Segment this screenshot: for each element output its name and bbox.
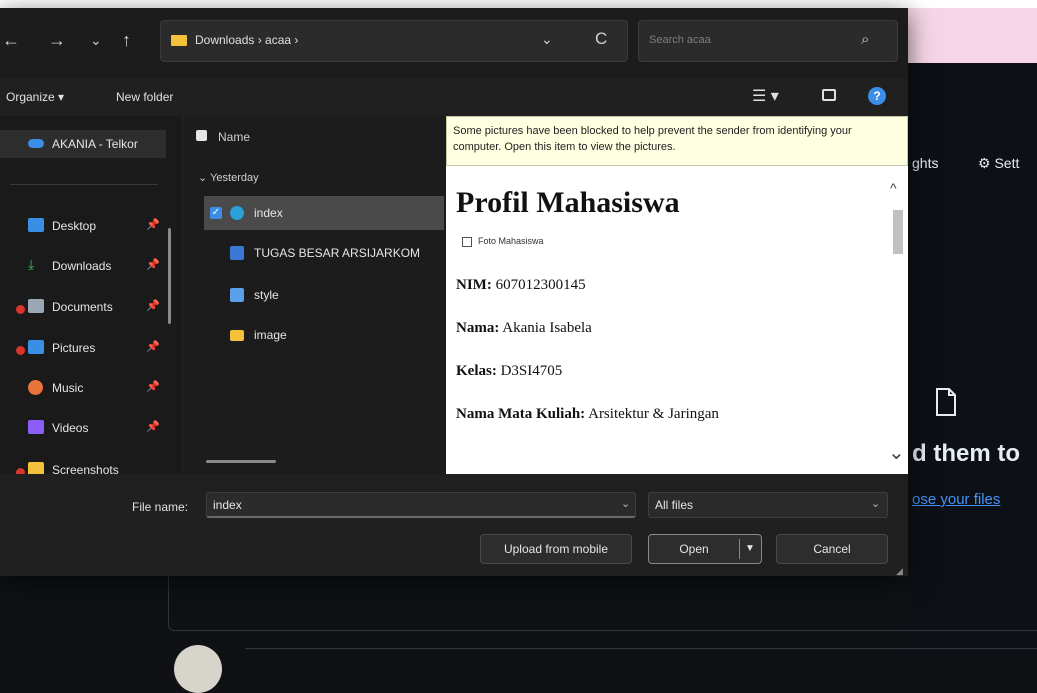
- chevron-down-icon[interactable]: ⌄: [871, 497, 880, 510]
- scrollbar[interactable]: [168, 228, 171, 324]
- documents-icon: [28, 299, 44, 313]
- file-row-index[interactable]: ✓ index: [204, 196, 444, 230]
- open-options-dropdown-icon[interactable]: ▼: [745, 535, 755, 563]
- search-input[interactable]: Search acaa ⌕: [638, 20, 898, 62]
- pin-icon[interactable]: 📌: [146, 258, 160, 271]
- videos-icon: [28, 420, 44, 434]
- upload-from-mobile-button[interactable]: Upload from mobile: [480, 534, 632, 564]
- css-file-icon: [230, 288, 244, 302]
- column-header-name[interactable]: Name: [218, 130, 250, 144]
- pin-icon[interactable]: 📌: [146, 299, 160, 312]
- up-arrow-icon[interactable]: ↑: [122, 30, 131, 51]
- organize-button[interactable]: Organize ▾: [6, 90, 64, 104]
- sidebar-item-documents[interactable]: Documents 📌: [0, 293, 176, 321]
- breadcrumb[interactable]: Downloads › acaa ›: [195, 33, 298, 47]
- navigation-bar: ← → ⌄ ↑ Downloads › acaa › ⌄ C Search ac…: [0, 8, 908, 78]
- forward-arrow-icon[interactable]: →: [48, 30, 66, 51]
- sidebar-item-videos[interactable]: Videos 📌: [0, 414, 176, 442]
- pin-icon[interactable]: 📌: [146, 420, 160, 433]
- drop-files-heading: d them to: [912, 440, 1020, 467]
- preview-pane-icon[interactable]: [822, 89, 836, 101]
- sync-error-badge: [16, 305, 25, 314]
- divider: [739, 539, 740, 559]
- image-placeholder-icon: [462, 236, 472, 247]
- sidebar-item-onedrive[interactable]: AKANIA - Telkor: [0, 130, 166, 158]
- new-folder-button[interactable]: New folder: [116, 90, 173, 104]
- navigation-pane: AKANIA - Telkor Desktop 📌 ⤓ Downloads 📌 …: [0, 116, 182, 477]
- command-bar: Organize ▾ New folder ☰ ▾ ?: [0, 78, 908, 116]
- chevron-down-icon[interactable]: ⌄: [621, 497, 630, 510]
- sidebar-item-downloads[interactable]: ⤓ Downloads 📌: [0, 252, 176, 280]
- file-row-image-folder[interactable]: image: [204, 318, 444, 352]
- bg-nav-insights[interactable]: ghts: [912, 155, 938, 171]
- page-title: Profil Mahasiswa: [456, 186, 680, 219]
- upload-drop-zone: [168, 570, 1037, 631]
- pictures-icon: [28, 340, 44, 354]
- background-banner: [908, 8, 1037, 63]
- scroll-thumb[interactable]: [893, 210, 903, 254]
- file-type-select[interactable]: All files ⌄: [648, 492, 888, 518]
- file-row-style[interactable]: style: [204, 278, 444, 312]
- checkbox-checked-icon[interactable]: ✓: [210, 207, 222, 219]
- search-placeholder: Search acaa: [649, 34, 711, 46]
- recent-locations-chevron-icon[interactable]: ⌄: [90, 32, 102, 49]
- preview-pane: Some pictures have been blocked to help …: [446, 116, 908, 474]
- chevron-down-icon[interactable]: ⌄: [541, 31, 553, 48]
- background-top-strip: [0, 0, 1037, 8]
- edge-html-icon: [230, 206, 244, 220]
- file-open-dialog: ← → ⌄ ↑ Downloads › acaa › ⌄ C Search ac…: [0, 8, 908, 576]
- gear-icon: ⚙: [978, 155, 991, 171]
- field-mata-kuliah: Nama Mata Kuliah: Arsitektur & Jaringan: [456, 405, 719, 422]
- pin-icon[interactable]: 📌: [146, 380, 160, 393]
- background-page: [908, 63, 1037, 657]
- select-all-checkbox[interactable]: [196, 130, 207, 141]
- sidebar-item-music[interactable]: Music 📌: [0, 374, 176, 402]
- bg-nav-settings[interactable]: ⚙ Sett: [978, 155, 1019, 172]
- chevron-down-icon[interactable]: ⌄: [888, 440, 905, 465]
- preview-document: Profil Mahasiswa Foto Mahasiswa NIM: 607…: [456, 174, 886, 449]
- address-bar[interactable]: Downloads › acaa › ⌄ C: [160, 20, 628, 62]
- sidebar-item-pictures[interactable]: Pictures 📌: [0, 334, 176, 362]
- group-header[interactable]: ⌄ Yesterday: [198, 171, 259, 184]
- folder-icon: [230, 330, 244, 341]
- cloud-icon: [28, 139, 44, 148]
- blocked-image: Foto Mahasiswa: [462, 236, 886, 247]
- blocked-pictures-notice[interactable]: Some pictures have been blocked to help …: [446, 116, 908, 166]
- field-nama: Nama: Akania Isabela: [456, 319, 592, 336]
- field-nim: NIM: 607012300145: [456, 276, 586, 293]
- pin-icon[interactable]: 📌: [146, 218, 160, 231]
- music-icon: [28, 380, 43, 395]
- pin-icon[interactable]: 📌: [146, 340, 160, 353]
- field-kelas: Kelas: D3SI4705: [456, 362, 563, 379]
- sidebar-item-desktop[interactable]: Desktop 📌: [0, 212, 176, 240]
- open-button[interactable]: Open ▼: [648, 534, 762, 564]
- divider: [10, 184, 158, 185]
- sync-error-badge: [16, 346, 25, 355]
- view-options-icon[interactable]: ☰ ▾: [752, 86, 779, 106]
- chevron-down-icon: ⌄: [198, 172, 208, 184]
- dialog-footer: File name: index ⌄ All files ⌄ Upload fr…: [0, 474, 908, 576]
- file-icon: [936, 388, 956, 416]
- desktop-icon: [28, 218, 44, 232]
- word-document-icon: [230, 246, 244, 260]
- avatar: [174, 645, 222, 693]
- refresh-icon[interactable]: C: [595, 29, 607, 49]
- file-name-input[interactable]: index ⌄: [206, 492, 636, 518]
- back-arrow-icon[interactable]: ←: [2, 30, 20, 51]
- file-row-docx[interactable]: TUGAS BESAR ARSIJARKOM: [204, 236, 444, 270]
- folder-icon: [171, 35, 187, 46]
- horizontal-scrollbar[interactable]: [206, 460, 276, 463]
- chevron-up-icon[interactable]: ^: [890, 180, 897, 196]
- file-name-label: File name:: [132, 500, 189, 514]
- choose-files-link[interactable]: ose your files: [912, 491, 1000, 508]
- resize-grip-icon[interactable]: ◢: [896, 566, 903, 577]
- help-icon[interactable]: ?: [868, 87, 886, 105]
- search-icon: ⌕: [861, 31, 870, 48]
- download-icon: ⤓: [28, 256, 35, 272]
- preview-scrollbar[interactable]: ^ ⌄: [888, 176, 908, 474]
- cancel-button[interactable]: Cancel: [776, 534, 888, 564]
- file-list: Name ⌄ Yesterday ✓ index TUGAS BESAR ARS…: [184, 116, 446, 474]
- divider: [245, 648, 1037, 649]
